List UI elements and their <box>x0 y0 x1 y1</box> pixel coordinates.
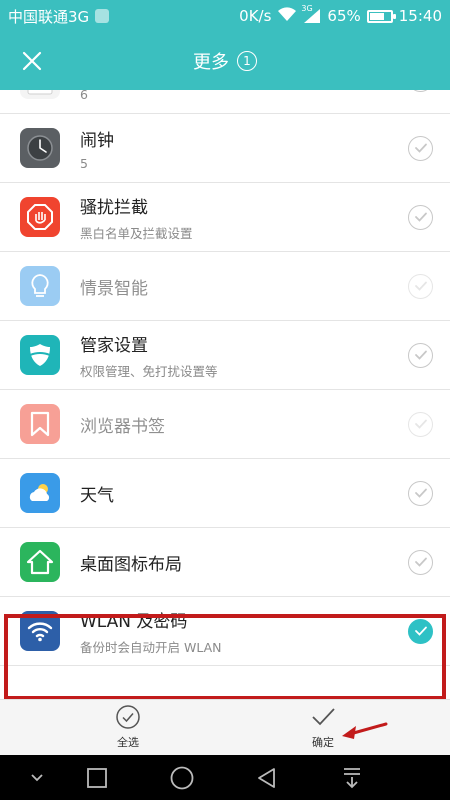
bookmark-icon <box>20 404 60 444</box>
select-all-button[interactable]: 全选 <box>88 704 168 754</box>
checkmark-icon <box>312 708 335 726</box>
check-mark-icon <box>414 350 427 360</box>
item-title: 天气 <box>80 486 114 506</box>
check-mark-icon <box>414 626 427 636</box>
check-mark-icon <box>414 281 427 291</box>
item-checkbox[interactable] <box>408 90 433 92</box>
network-speed: 0K/s <box>239 7 272 25</box>
triangle-back-icon <box>258 768 275 788</box>
check-mark-icon <box>414 212 427 222</box>
item-subtitle: 6 <box>80 90 88 102</box>
home-button[interactable] <box>167 763 197 793</box>
item-checkbox[interactable] <box>408 342 433 368</box>
item-checkbox[interactable] <box>408 135 433 161</box>
recents-button[interactable] <box>82 763 112 793</box>
weather-icon <box>20 473 60 513</box>
check-mark-icon <box>414 143 427 153</box>
title-bar: 更多 1 <box>0 32 450 90</box>
chevron-down-icon <box>31 774 43 782</box>
page-title: 更多 <box>193 52 229 73</box>
clock-time: 15:40 <box>398 7 442 25</box>
carrier-text: 中国联通3G <box>8 7 90 26</box>
item-subtitle: 备份时会自动开启 WLAN <box>80 640 222 655</box>
item-subtitle: 权限管理、免打扰设置等 <box>80 364 218 379</box>
close-icon <box>22 51 42 71</box>
close-button[interactable] <box>16 45 48 77</box>
item-title: 闹钟 <box>80 131 114 151</box>
list-item[interactable]: 桌面图标布局 <box>0 528 450 597</box>
system-nav-bar <box>0 755 450 800</box>
item-title: 情景智能 <box>80 279 148 299</box>
hide-nav-button[interactable] <box>22 763 52 793</box>
check-mark-icon <box>414 557 427 567</box>
circle-icon <box>170 766 194 790</box>
item-title: 骚扰拦截 <box>80 198 148 218</box>
app-notification-icon <box>95 9 110 23</box>
red-arrow-icon <box>342 722 388 739</box>
battery-percent: 65% <box>327 7 361 25</box>
block-hand-icon <box>20 197 60 237</box>
list-item: 情景智能 <box>0 252 450 321</box>
lightbulb-icon <box>20 266 60 306</box>
list-item[interactable]: 天气 <box>0 459 450 528</box>
list-item: 浏览器书签 <box>0 390 450 459</box>
selected-count-badge: 1 <box>237 51 257 71</box>
list-item[interactable]: WLAN 及密码备份时会自动开启 WLAN <box>0 597 450 666</box>
item-checkbox[interactable] <box>408 480 433 506</box>
item-title: 管家设置 <box>80 336 148 356</box>
item-checkbox <box>408 411 433 437</box>
list-item[interactable]: 骚扰拦截黑白名单及拦截设置 <box>0 183 450 252</box>
wifi-icon <box>20 611 60 651</box>
item-title: 桌面图标布局 <box>80 555 182 575</box>
list-item[interactable]: 备忘录6 <box>0 90 450 114</box>
list-item[interactable]: 闹钟 5 <box>0 114 450 183</box>
check-mark-icon <box>414 419 427 429</box>
home-icon <box>20 542 60 582</box>
notification-pull-button[interactable] <box>337 763 367 793</box>
wifi-status-icon <box>277 6 297 26</box>
clock-icon <box>20 128 60 168</box>
confirm-label: 确定 <box>312 736 334 749</box>
item-checkbox <box>408 273 433 299</box>
pull-down-icon <box>344 768 360 789</box>
status-bar: 中国联通3G 0K/s 3G 65% 15:40 <box>0 0 450 32</box>
network-type: 3G <box>301 4 313 13</box>
item-title: 浏览器书签 <box>80 417 165 437</box>
select-all-label: 全选 <box>117 736 139 749</box>
square-icon <box>87 768 107 788</box>
battery-icon <box>366 9 396 23</box>
item-checkbox[interactable] <box>408 549 433 575</box>
item-title: WLAN 及密码 <box>80 612 188 632</box>
back-button[interactable] <box>252 763 282 793</box>
list-item[interactable]: 管家设置权限管理、免打扰设置等 <box>0 321 450 390</box>
item-subtitle: 5 <box>80 156 88 171</box>
backup-item-list[interactable]: 备忘录6 闹钟 5 骚扰拦截黑白名单及拦截设置情景智能管家设置权限管理、免打扰设置等浏… <box>0 90 450 699</box>
signal-icon: 3G <box>301 4 321 24</box>
item-subtitle: 黑白名单及拦截设置 <box>80 226 193 241</box>
check-mark-icon <box>414 488 427 498</box>
notepad-icon <box>20 90 60 99</box>
item-checkbox[interactable] <box>408 204 433 230</box>
select-all-icon <box>116 705 140 729</box>
item-checkbox[interactable] <box>408 618 433 644</box>
shield-icon <box>20 335 60 375</box>
